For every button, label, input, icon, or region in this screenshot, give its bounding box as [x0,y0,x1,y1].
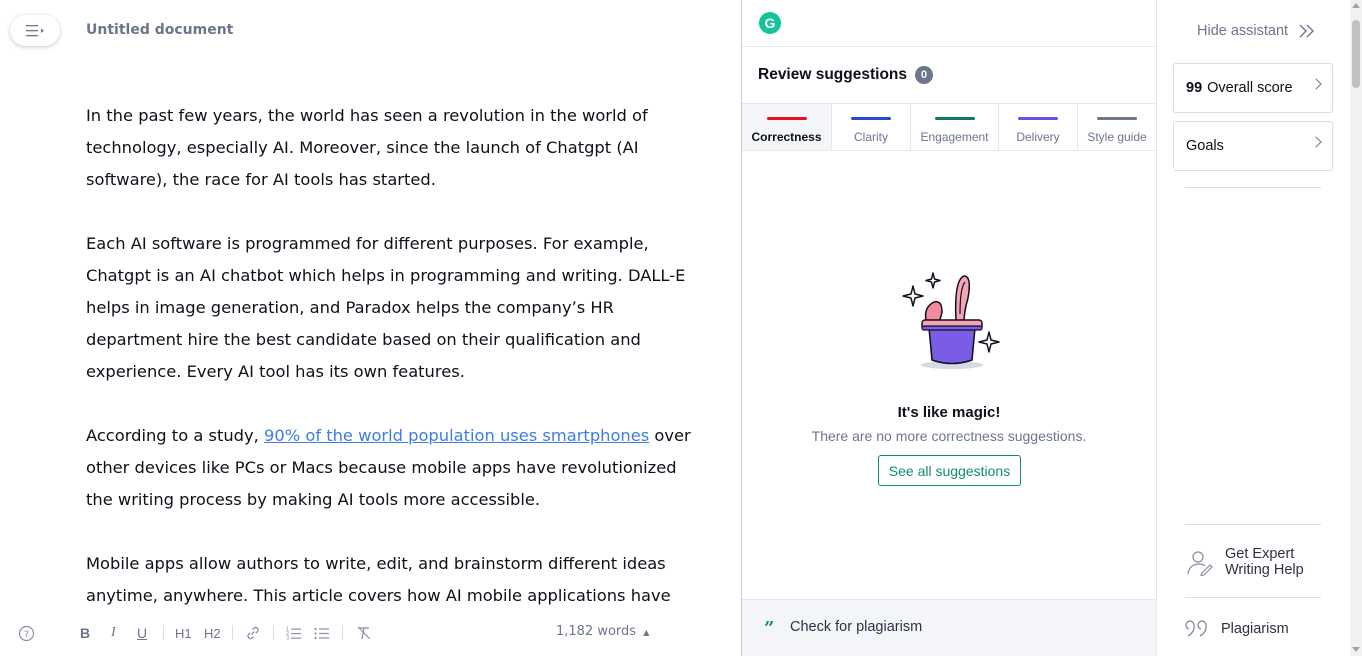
clear-formatting-button[interactable] [356,623,372,643]
hide-assistant-label: Hide assistant [1197,23,1289,39]
chevron-right-icon [1310,78,1322,90]
document-body[interactable]: In the past few years, the world has see… [86,100,696,644]
page-scrollbar[interactable] [1350,0,1362,656]
sidebar-divider [1185,524,1321,525]
category-tabs: Correctness Clarity Engagement Delivery … [742,103,1156,151]
tab-color-bar [851,117,891,120]
expert-help-button[interactable]: Get Expert Writing Help [1185,546,1325,578]
review-title-text: Review suggestions [758,66,908,83]
quote-icon [1185,620,1207,637]
svg-text:?: ? [24,629,29,640]
review-suggestions-heading: Review suggestions 0 [758,66,934,84]
double-chevron-right-icon [1299,24,1315,38]
empty-state-title: It's like magic! [897,404,1001,421]
italic-button[interactable]: I [111,623,116,643]
formatting-toolbar: ? B I U H1 H2 1 2 3 1,182 words ▲ [0,610,741,656]
tab-correctness[interactable]: Correctness [742,104,832,150]
paragraph[interactable]: In the past few years, the world has see… [86,100,696,196]
overall-score-value: 99 [1186,80,1203,96]
tab-color-bar [766,117,807,120]
suggestion-count-badge: 0 [915,66,934,84]
smartphones-link[interactable]: 90% of the world population uses smartph… [264,426,649,445]
bulleted-list-icon [314,627,329,640]
tab-delivery[interactable]: Delivery [999,104,1078,150]
document-title[interactable]: Untitled document [86,22,233,38]
magic-hat-icon [902,272,1000,369]
see-all-suggestions-button[interactable]: See all suggestions [878,455,1021,486]
paragraph-text: According to a study, [86,426,264,445]
paragraph[interactable]: Mobile apps allow authors to write, edit… [86,548,696,612]
tab-style-guide[interactable]: Style guide [1078,104,1156,150]
hide-assistant-button[interactable]: Hide assistant [1197,23,1316,39]
word-count-label: 1,182 words [556,624,637,639]
paragraph[interactable]: According to a study, 90% of the world p… [86,420,696,516]
expert-writer-icon [1187,551,1213,576]
plagiarism-check-bar[interactable]: ” Check for plagiarism [742,599,1156,656]
empty-state-description: There are no more correctness suggestion… [811,428,1087,444]
heading1-button[interactable]: H1 [175,623,192,643]
goals-label: Goals [1186,138,1224,154]
assistant-sidebar: Hide assistant 99 Overall score Goals Ge… [1157,0,1350,656]
overall-score-card[interactable]: 99 Overall score [1173,63,1333,113]
bulleted-list-button[interactable] [314,623,330,643]
sidebar-divider [1185,597,1321,598]
heading2-button[interactable]: H2 [204,623,221,643]
numbered-list-button[interactable]: 1 2 3 [286,623,302,643]
toolbar-divider [273,625,274,640]
toolbar-divider [232,625,233,640]
sidebar-divider [1185,187,1321,188]
toolbar-divider [342,625,343,640]
check-plagiarism-label: Check for plagiarism [790,619,923,635]
svg-text:3: 3 [286,636,289,641]
chevron-up-icon: ▲ [643,628,650,637]
menu-button[interactable] [10,15,60,46]
paragraph[interactable]: Each AI software is programmed for diffe… [86,228,696,388]
suggestions-panel: G Review suggestions 0 Correctness Clari… [741,0,1157,656]
numbered-list-icon: 1 2 3 [286,627,301,641]
logo-letter: G [764,15,776,31]
word-count[interactable]: 1,182 words ▲ [556,624,649,639]
tab-engagement[interactable]: Engagement [911,104,999,150]
scrollbar-thumb[interactable] [1352,20,1360,88]
tab-color-bar [1097,117,1137,120]
overall-score-label: Overall score [1207,80,1293,96]
tab-label: Style guide [1087,130,1147,144]
scroll-down-arrow-icon[interactable] [1352,647,1360,652]
tab-label: Clarity [853,130,888,144]
tab-label: Delivery [1016,130,1060,144]
tab-color-bar [1018,117,1058,120]
clear-formatting-icon [357,626,371,640]
tab-clarity[interactable]: Clarity [832,104,911,150]
scroll-up-arrow-icon[interactable] [1352,3,1360,8]
chevron-right-icon [1310,136,1322,148]
hamburger-menu-icon [26,24,44,36]
goals-card[interactable]: Goals [1173,121,1333,171]
quote-icon: ” [764,618,775,639]
tab-label: Correctness [751,130,822,144]
link-icon [247,626,259,640]
help-button[interactable]: ? [18,623,35,643]
tab-label: Engagement [920,130,989,144]
toolbar-divider [163,625,164,640]
document-editor: Untitled document In the past few years,… [0,0,741,656]
plagiarism-button[interactable]: Plagiarism [1185,618,1289,640]
underline-button[interactable]: U [137,623,147,643]
plagiarism-label: Plagiarism [1221,621,1289,637]
link-button[interactable] [245,623,261,643]
help-icon: ? [18,625,35,641]
grammarly-logo-icon: G [759,12,781,34]
tab-color-bar [934,117,975,120]
expert-help-label: Get Expert Writing Help [1225,546,1304,578]
panel-header: G [742,0,1156,47]
bold-button[interactable]: B [80,623,90,643]
